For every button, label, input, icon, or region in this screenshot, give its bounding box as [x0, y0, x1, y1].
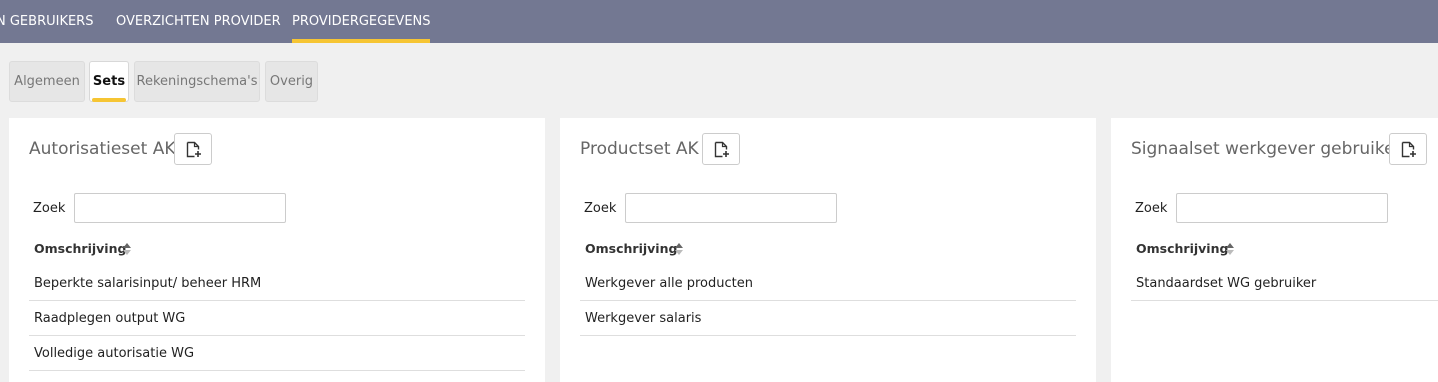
table-row[interactable]: Beperkte salarisinput/ beheer HRM [29, 266, 525, 301]
panel-title: Signaalset werkgever gebruiker [1131, 139, 1402, 159]
table-rows: Standaardset WG gebruiker [1131, 266, 1438, 301]
top-navigation: N GEBRUIKERS OVERZICHTEN PROVIDER PROVID… [0, 0, 1438, 43]
column-header-omschrijving[interactable]: Omschrijving [585, 241, 677, 256]
panel-productset: Productset AK Zoek Omschrijving Werkgeve… [560, 118, 1096, 382]
tab-overig[interactable]: Overig [265, 61, 318, 102]
tab-rekeningschemas[interactable]: Rekeningschema's [134, 61, 260, 102]
table-row[interactable]: Werkgever alle producten [580, 266, 1076, 301]
sort-icon[interactable] [121, 241, 133, 257]
table-row[interactable]: Volledige autorisatie WG [29, 336, 525, 371]
search-input[interactable] [1176, 193, 1388, 223]
sort-icon[interactable] [673, 241, 685, 257]
search-label: Zoek [1135, 201, 1168, 216]
add-button[interactable] [702, 133, 740, 165]
tab-sets[interactable]: Sets [89, 61, 129, 102]
tab-algemeen[interactable]: Algemeen [9, 61, 85, 102]
add-button[interactable] [1389, 133, 1427, 165]
table-row[interactable]: Raadplegen output WG [29, 301, 525, 336]
table-rows: Beperkte salarisinput/ beheer HRM Raadpl… [29, 266, 525, 371]
search-input[interactable] [625, 193, 837, 223]
panel-title: Productset AK [580, 139, 699, 159]
new-document-icon [186, 141, 201, 158]
nav-item-gebruikers[interactable]: N GEBRUIKERS [0, 0, 93, 43]
table-row[interactable]: Standaardset WG gebruiker [1131, 266, 1438, 301]
new-document-icon [714, 141, 729, 158]
nav-item-providergegevens[interactable]: PROVIDERGEGEVENS [292, 0, 431, 43]
new-document-icon [1401, 141, 1416, 158]
search-label: Zoek [584, 201, 617, 216]
panel-signaalset: Signaalset werkgever gebruiker Zoek Omsc… [1111, 118, 1438, 382]
sort-icon[interactable] [1224, 241, 1236, 257]
table-rows: Werkgever alle producten Werkgever salar… [580, 266, 1076, 336]
nav-item-overzichten-provider[interactable]: OVERZICHTEN PROVIDER [116, 0, 281, 43]
add-button[interactable] [174, 133, 212, 165]
column-header-omschrijving[interactable]: Omschrijving [34, 241, 126, 256]
panel-autorisatieset: Autorisatieset AK Zoek Omschrijving Bepe… [9, 118, 545, 382]
search-label: Zoek [33, 201, 66, 216]
search-input[interactable] [74, 193, 286, 223]
column-header-omschrijving[interactable]: Omschrijving [1136, 241, 1228, 256]
table-row[interactable]: Werkgever salaris [580, 301, 1076, 336]
panel-title: Autorisatieset AK [29, 139, 176, 159]
